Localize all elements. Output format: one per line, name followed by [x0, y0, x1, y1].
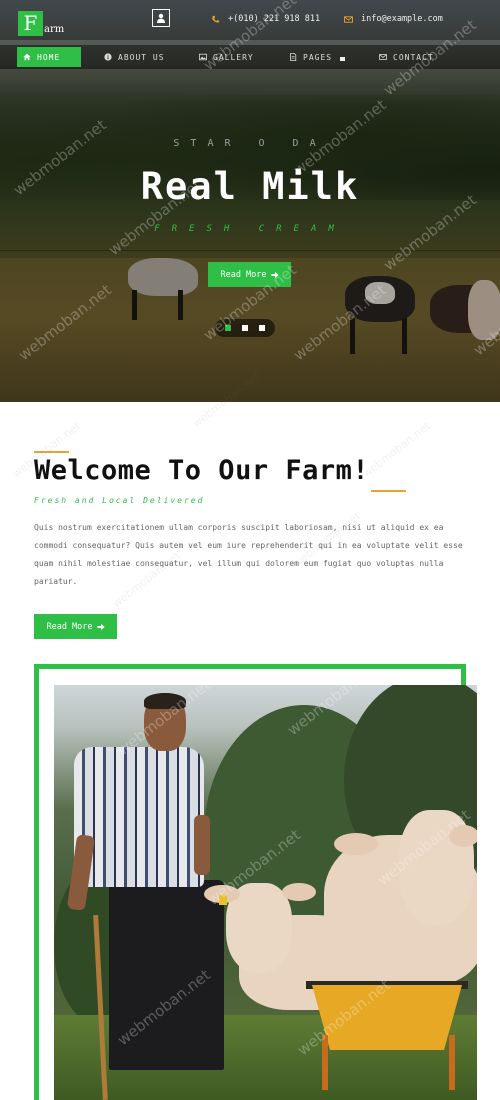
- main-nav: HOME ABOUT US GALLERY PAGES CONTACT: [0, 45, 500, 69]
- arrow-right-icon: [270, 271, 279, 278]
- logo-letter[interactable]: F: [18, 11, 43, 36]
- photo-cow-ear: [334, 833, 378, 855]
- slider-dot[interactable]: [242, 325, 248, 331]
- slider-dot[interactable]: [259, 325, 265, 331]
- farmer-shirt: [74, 747, 204, 887]
- farmer-pants: [109, 880, 224, 1070]
- watermark: webmoban.net: [360, 419, 433, 481]
- feed-trough-leg: [449, 1035, 455, 1090]
- user-icon[interactable]: [152, 9, 170, 27]
- home-icon: [23, 53, 31, 61]
- nav-label: GALLERY: [213, 52, 254, 62]
- hero-subtitle: FRESH CREAM: [154, 224, 346, 234]
- cow-ear-tag: [219, 895, 227, 905]
- top-bar: F arm +(010) 221 918 811 info@example.co…: [0, 0, 500, 40]
- phone-number: +(010) 221 918 811: [228, 14, 321, 24]
- contact-phone: +(010) 221 918 811: [211, 14, 320, 24]
- button-label: Read More: [220, 269, 267, 280]
- envelope-icon: [379, 54, 387, 60]
- hero-slider: F arm +(010) 221 918 811 info@example.co…: [0, 0, 500, 402]
- welcome-subtitle: Fresh and Local Delivered: [34, 496, 205, 505]
- nav-item-home[interactable]: HOME: [17, 47, 81, 67]
- logo-text[interactable]: arm: [44, 24, 64, 35]
- hero-title: Real Milk: [140, 165, 360, 208]
- info-icon: [104, 53, 112, 61]
- farmer-hair: [144, 693, 186, 709]
- title-accent-bottom: [371, 490, 406, 492]
- nav-item-about[interactable]: ABOUT US: [98, 47, 171, 67]
- photo-cow-ear: [282, 883, 316, 901]
- feed-trough-leg: [322, 1035, 328, 1090]
- title-accent-top: [34, 451, 69, 453]
- contact-email[interactable]: info@example.com: [344, 14, 443, 24]
- slider-pagination: [215, 319, 275, 337]
- welcome-paragraph: Quis nostrum exercitationem ullam corpor…: [34, 523, 463, 586]
- farmer-arm: [194, 815, 210, 875]
- file-icon: [290, 53, 297, 61]
- slider-dot[interactable]: [225, 325, 231, 331]
- envelope-icon: [344, 15, 353, 23]
- chevron-down-icon: [340, 57, 346, 61]
- nav-label: ABOUT US: [118, 52, 165, 62]
- nav-item-pages[interactable]: PAGES: [283, 47, 351, 67]
- nav-item-contact[interactable]: CONTACT: [373, 47, 440, 67]
- feed-trough: [312, 985, 462, 1050]
- welcome-read-more-button[interactable]: Read More: [34, 614, 117, 639]
- arrow-right-icon: [96, 623, 105, 630]
- hero-kicker: STAR O DA: [173, 138, 327, 149]
- farmer-with-cows-photo: webmoban.net webmoban.net webmoban.net w…: [54, 685, 477, 1100]
- photo-cow-ear: [449, 825, 477, 847]
- phone-icon: [212, 15, 220, 22]
- welcome-title: Welcome To Our Farm!: [34, 455, 370, 486]
- image-icon: [199, 53, 207, 61]
- nav-label: PAGES: [303, 52, 333, 62]
- nav-label: CONTACT: [393, 52, 434, 62]
- nav-item-gallery[interactable]: GALLERY: [193, 47, 260, 67]
- hero-read-more-button[interactable]: Read More: [208, 262, 291, 287]
- button-label: Read More: [46, 621, 93, 632]
- email-address[interactable]: info@example.com: [361, 14, 443, 24]
- nav-label: HOME: [37, 52, 61, 62]
